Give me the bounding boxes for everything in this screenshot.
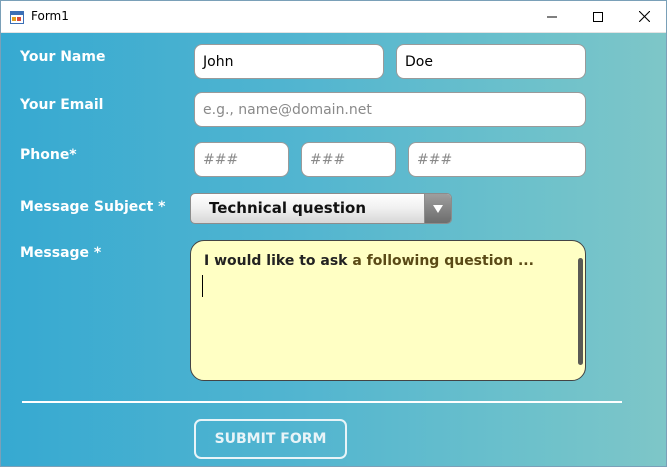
chevron-down-icon [433, 204, 443, 213]
subject-label: Message Subject * [20, 199, 166, 215]
last-name-field[interactable]: Doe [396, 44, 586, 79]
text-caret [202, 275, 203, 297]
message-text: I would like to ask a following question… [204, 253, 534, 269]
first-name-field[interactable]: John [194, 44, 384, 79]
phone-prefix-field[interactable]: ### [301, 142, 396, 177]
dropdown-arrow-button[interactable] [424, 194, 451, 223]
phone-label: Phone* [20, 147, 77, 163]
title-bar[interactable]: Form1 [1, 1, 666, 33]
subject-dropdown[interactable]: Technical question [190, 193, 452, 224]
form-divider [22, 401, 622, 403]
message-label: Message * [20, 245, 102, 261]
maximize-button[interactable] [575, 1, 621, 32]
email-field[interactable]: e.g., name@domain.net [194, 92, 586, 127]
close-icon [638, 11, 650, 22]
email-label: Your Email [20, 97, 104, 113]
form1-window: Form1 Your Name John Doe Your Email e.g.… [0, 0, 667, 467]
minimize-button[interactable] [529, 1, 575, 32]
phone-area-code-field[interactable]: ### [194, 142, 289, 177]
minimize-icon [547, 16, 557, 17]
message-textarea[interactable]: I would like to ask a following question… [190, 240, 586, 381]
close-button[interactable] [621, 1, 667, 32]
submit-form-button[interactable]: SUBMIT FORM [194, 419, 347, 459]
name-label: Your Name [20, 49, 106, 65]
form-client-area: Your Name John Doe Your Email e.g., name… [1, 33, 666, 466]
message-scrollbar[interactable] [578, 258, 583, 365]
maximize-icon [593, 11, 603, 22]
window-title: Form1 [31, 9, 69, 23]
winforms-app-icon [10, 9, 24, 24]
subject-selected-value: Technical question [209, 199, 366, 217]
phone-line-number-field[interactable]: ### [408, 142, 586, 177]
